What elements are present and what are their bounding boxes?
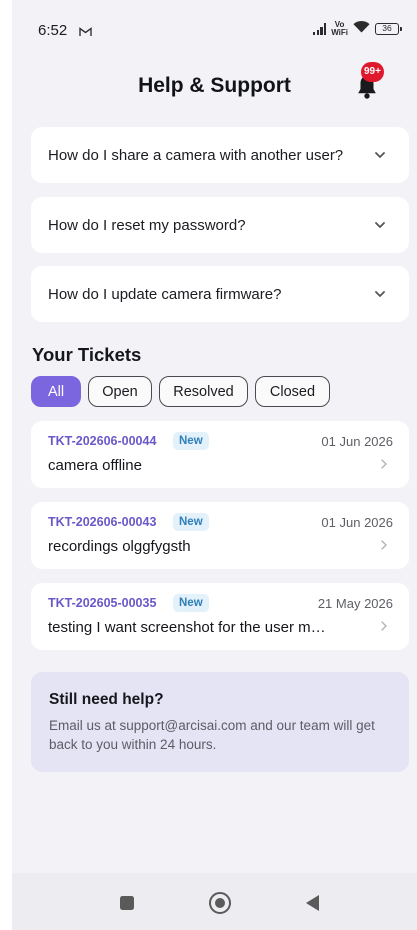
- faq-item[interactable]: How do I update camera firmware?: [31, 266, 409, 322]
- faq-item[interactable]: How do I share a camera with another use…: [31, 127, 409, 183]
- status-badge: New: [173, 432, 209, 450]
- ticket-card[interactable]: TKT-202605-00035 New 21 May 2026 testing…: [31, 583, 409, 650]
- status-badge: New: [173, 594, 209, 612]
- help-title: Still need help?: [49, 691, 164, 708]
- ticket-date: 01 Jun 2026: [321, 515, 393, 530]
- chevron-right-icon: [381, 621, 387, 631]
- status-time: 6:52: [38, 22, 68, 39]
- ticket-subject: recordings olggfygsth: [48, 538, 191, 555]
- ticket-date: 21 May 2026: [317, 596, 393, 611]
- status-badge: New: [173, 513, 209, 531]
- ticket-id: TKT-202606-00043: [48, 515, 157, 529]
- chevron-down-icon: [375, 291, 385, 297]
- triangle-back-icon[interactable]: [306, 895, 319, 911]
- circle-home-icon[interactable]: [209, 892, 231, 914]
- status-icons: Vo WiFi 36: [312, 20, 402, 38]
- navigation-bar: [12, 873, 417, 930]
- filter-all[interactable]: All: [31, 376, 81, 407]
- chevron-right-icon: [381, 540, 387, 550]
- ticket-card[interactable]: TKT-202606-00044 New 01 Jun 2026 camera …: [31, 421, 409, 488]
- filter-closed[interactable]: Closed: [255, 376, 330, 407]
- tickets-section-title: Your Tickets: [32, 344, 142, 365]
- gmail-icon: [79, 24, 92, 42]
- chevron-down-icon: [375, 152, 385, 158]
- filter-resolved[interactable]: Resolved: [159, 376, 248, 407]
- faq-question: How do I share a camera with another use…: [48, 146, 344, 164]
- filter-open[interactable]: Open: [88, 376, 152, 407]
- help-box: Still need help? Email us at support@arc…: [31, 672, 409, 772]
- ticket-id: TKT-202605-00035: [48, 596, 157, 610]
- help-text: Email us at support@arcisai.com and our …: [49, 718, 375, 752]
- ticket-filters: All Open Resolved Closed: [31, 376, 330, 407]
- vowifi-icon: Vo WiFi: [331, 20, 348, 37]
- app-screen: 6:52 Vo WiFi 36 Help & Support 99+ How do…: [12, 0, 417, 930]
- signal-bars-icon: [312, 23, 327, 35]
- ticket-id: TKT-202606-00044: [48, 434, 157, 448]
- chevron-down-icon: [375, 222, 385, 228]
- ticket-date: 01 Jun 2026: [321, 434, 393, 449]
- faq-question: How do I update camera firmware?: [48, 285, 282, 303]
- chevron-right-icon: [381, 459, 387, 469]
- notification-badge: 99+: [361, 62, 384, 82]
- battery-icon: 36: [375, 23, 402, 35]
- wifi-icon: [353, 20, 370, 38]
- ticket-card[interactable]: TKT-202606-00043 New 01 Jun 2026 recordi…: [31, 502, 409, 569]
- square-recents-icon[interactable]: [120, 896, 134, 910]
- ticket-subject: testing I want screenshot for the user m…: [48, 619, 326, 636]
- status-bar: 6:52 Vo WiFi 36: [12, 0, 417, 44]
- faq-question: How do I reset my password?: [48, 216, 246, 234]
- ticket-subject: camera offline: [48, 457, 142, 474]
- faq-item[interactable]: How do I reset my password?: [31, 197, 409, 253]
